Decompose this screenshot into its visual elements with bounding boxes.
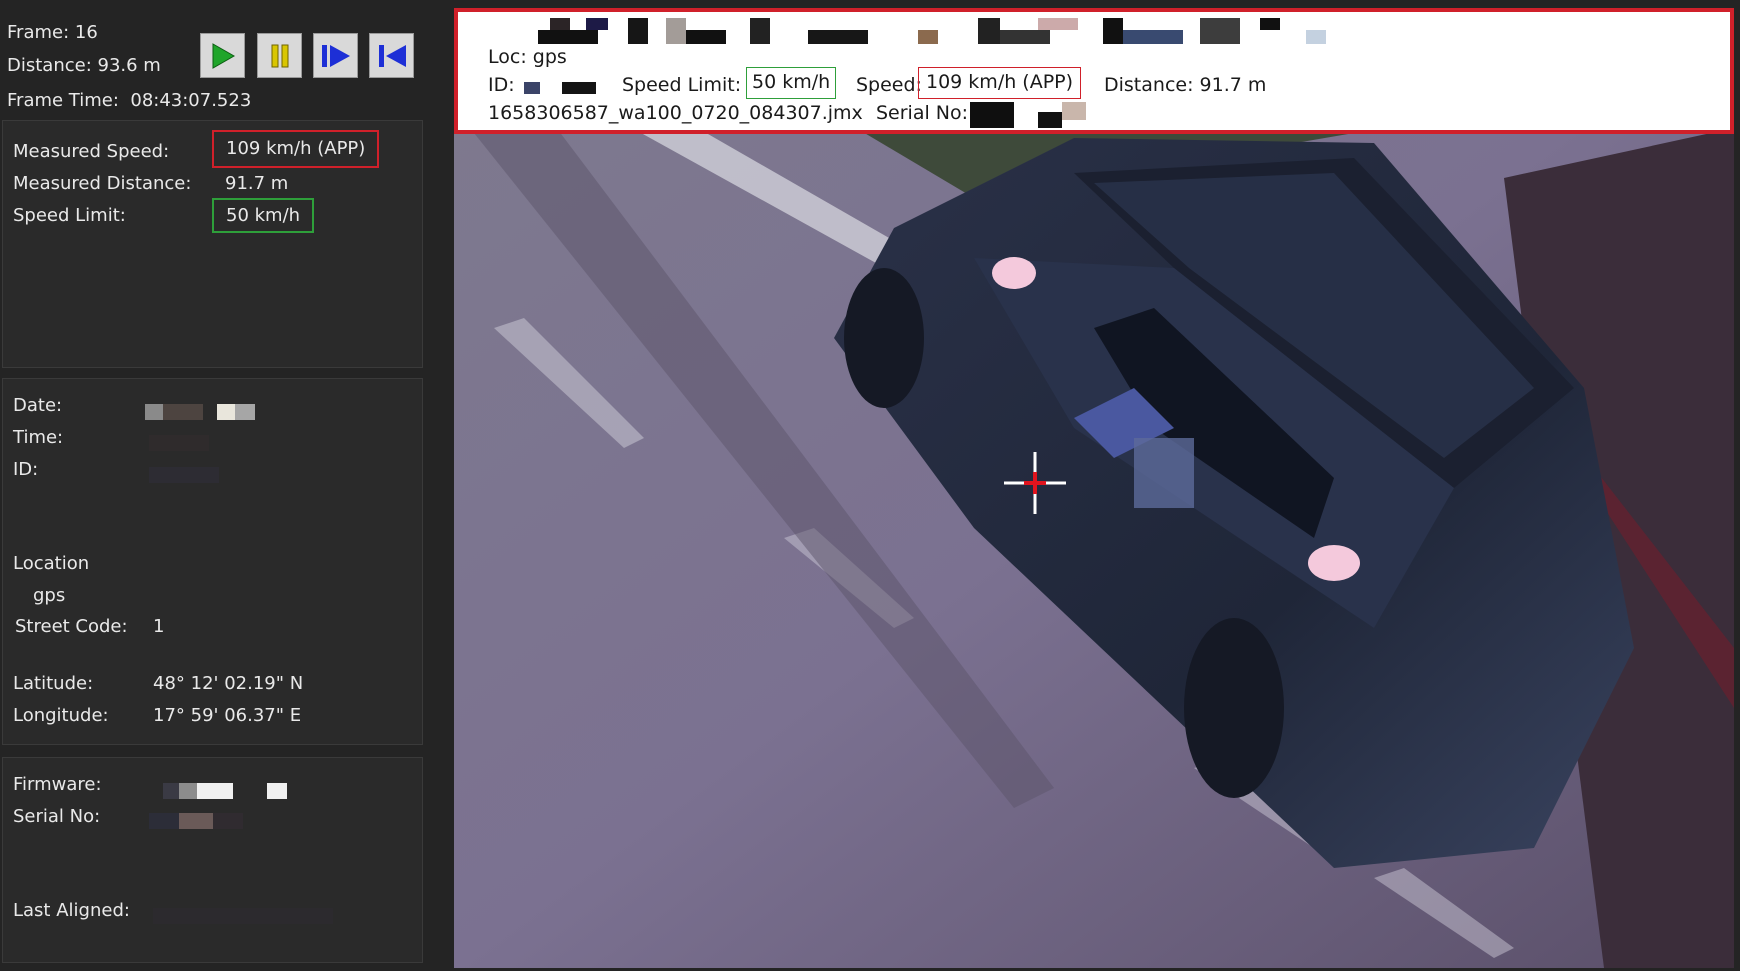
street-code-value: 1 [153,616,165,637]
date-label: Date: [13,395,63,416]
serial-label: Serial No: [13,806,101,827]
play-icon [212,42,235,69]
speed-limit-label: Speed Limit: [13,205,126,226]
overlay-speed-label: Speed: [856,74,922,96]
last-aligned-label: Last Aligned: [13,900,130,921]
measured-speed-label: Measured Speed: [13,141,170,162]
overlay-id-label: ID: [488,74,515,96]
measured-speed-value: 109 km/h (APP) [212,130,380,168]
frame-distance: Distance: 93.6 m [7,55,161,76]
camera-image-viewer[interactable] [454,8,1734,968]
location-label: Location [13,553,90,574]
pause-button[interactable] [257,33,302,78]
speed-limit-value: 50 km/h [212,198,315,233]
overlay-speed-value: 109 km/h (APP) [918,67,1082,99]
measured-distance-label: Measured Distance: [13,173,192,194]
step-forward-button[interactable] [313,33,358,78]
step-forward-icon [321,44,350,67]
longitude-label: Longitude: [13,705,109,726]
measured-distance-value: 91.7 m [225,173,289,194]
pause-icon [271,44,288,67]
longitude-value: 17° 59' 06.37" E [153,705,302,726]
overlay-location: Loc: gps [488,46,567,68]
skip-to-start-icon [378,44,406,67]
frame-time: Frame Time: 08:43:07.523 [7,90,252,111]
latitude-label: Latitude: [13,673,94,694]
location-value: gps [33,585,66,606]
skip-to-start-button[interactable] [369,33,414,78]
overlay-speed-limit-value: 50 km/h [746,67,837,99]
street-code-label: Street Code: [15,616,128,637]
overlay-speed-limit-label: Speed Limit: [622,74,742,96]
playback-info: Frame: 16 Distance: 93.6 m Frame Time: 0… [0,0,430,118]
id-label: ID: [13,459,39,480]
overlay-distance: Distance: 91.7 m [1104,74,1267,96]
overlay-serial-label: Serial No: [876,102,969,124]
measurement-panel: Measured Speed: 109 km/h (APP) Measured … [2,120,423,368]
camera-photo [454,8,1734,968]
latitude-value: 48° 12' 02.19" N [153,673,304,694]
overlay-filename: 1658306587_wa100_0720_084307.jmx [488,102,863,124]
frame-number: Frame: 16 [7,22,98,43]
time-label: Time: [13,427,64,448]
details-panel: Date: Time: ID: Location gps Street Code… [2,378,423,745]
device-panel: Firmware: Serial No: Last Aligned: [2,757,423,963]
play-button[interactable] [200,33,245,78]
firmware-label: Firmware: [13,774,102,795]
data-overlay-header: Loc: gps ID: Speed Limit: 50 km/h Speed:… [454,8,1734,134]
